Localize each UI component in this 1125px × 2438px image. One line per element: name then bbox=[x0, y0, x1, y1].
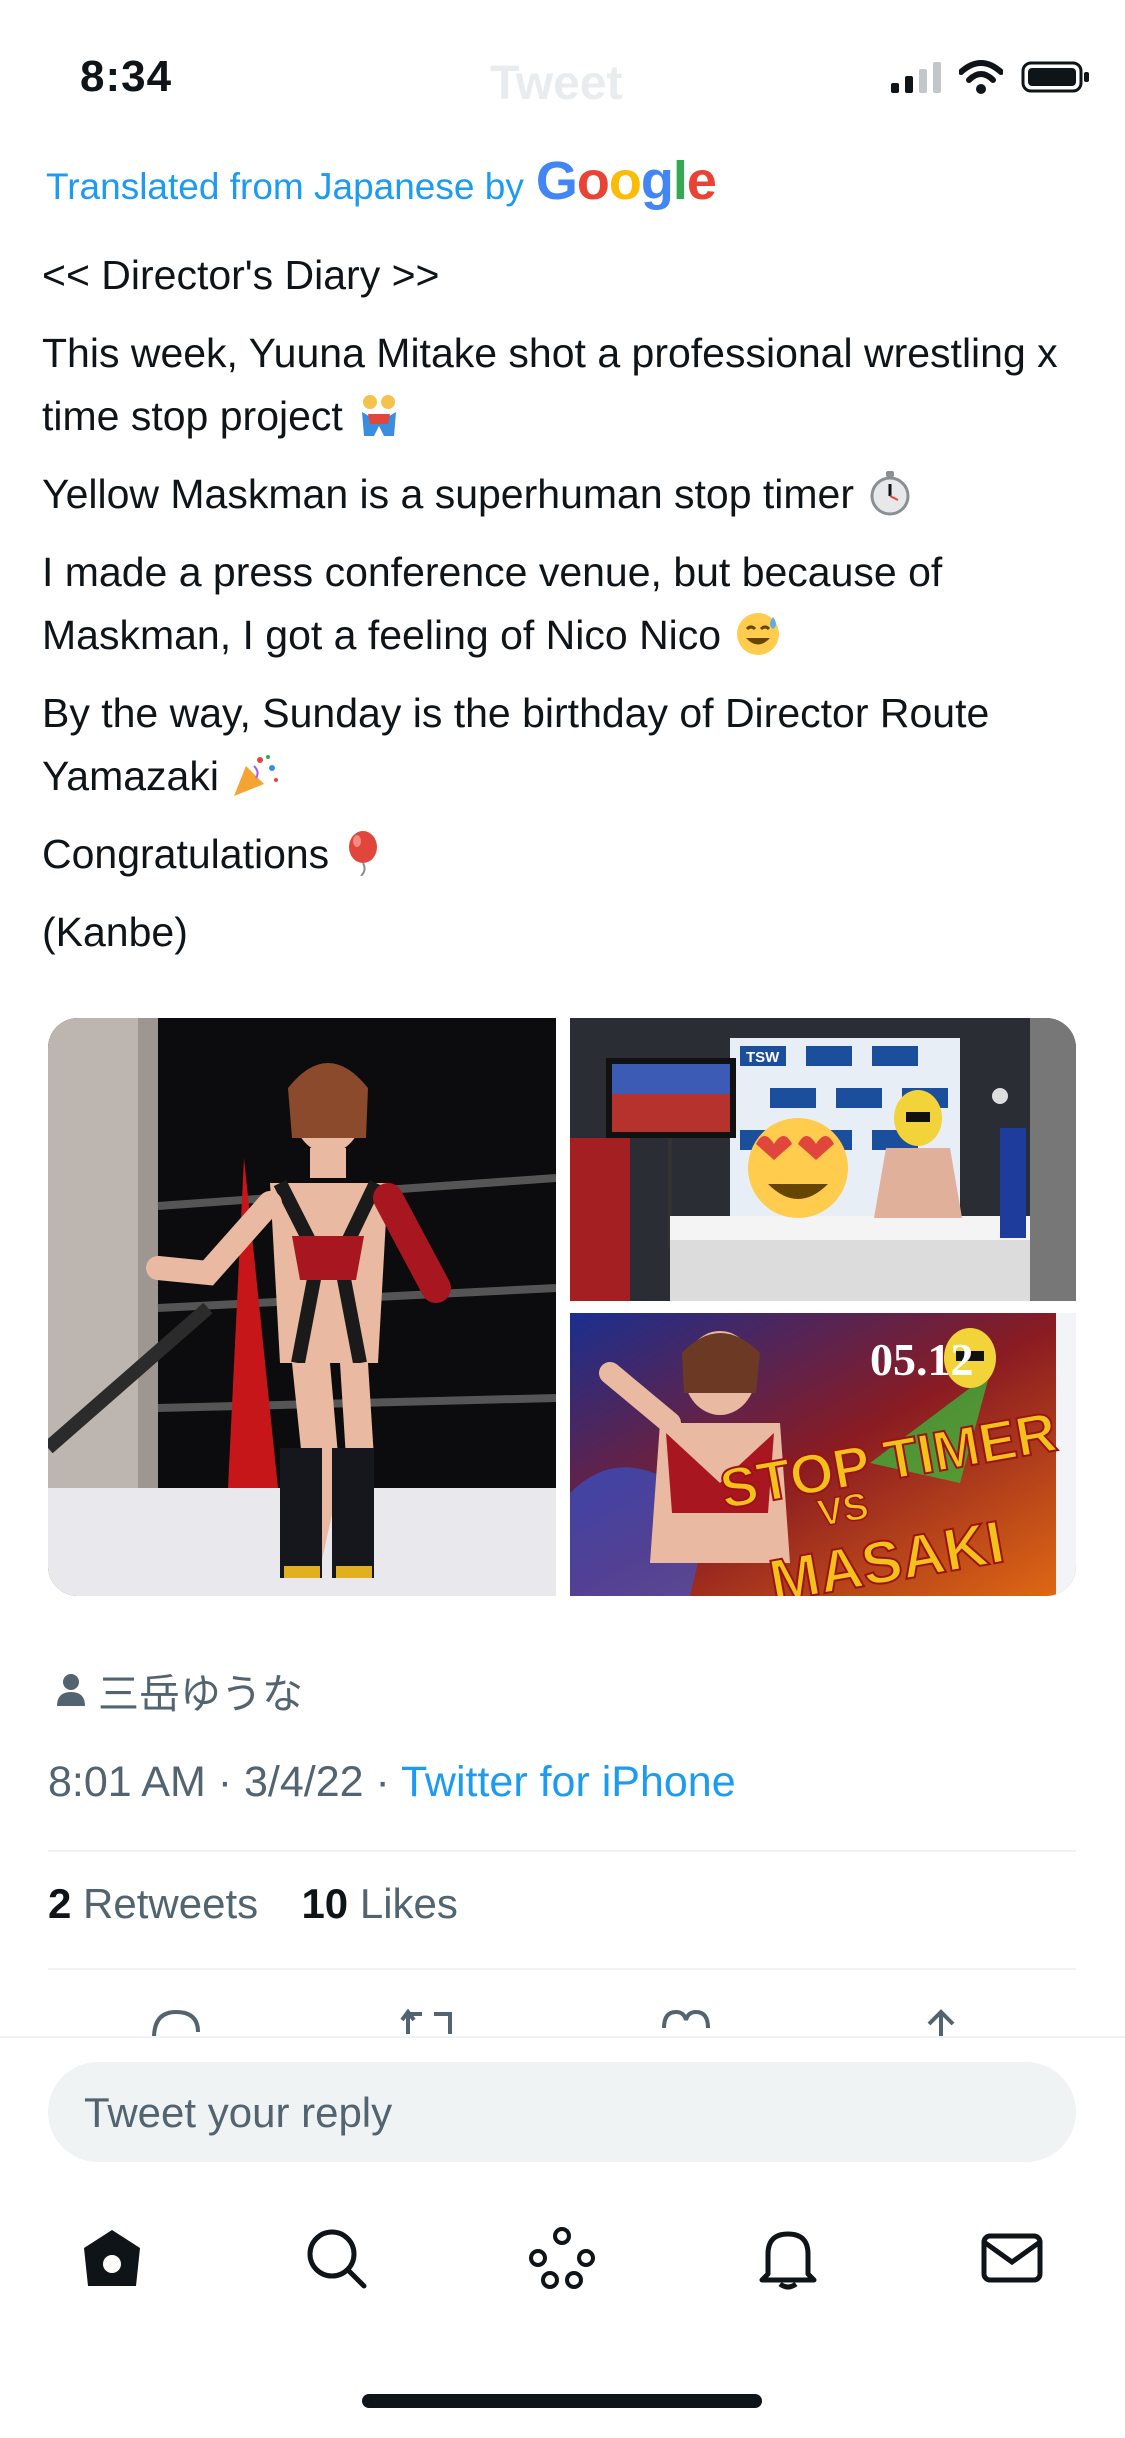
spaces-icon[interactable] bbox=[528, 2226, 596, 2290]
tweet-time: 8:01 AM bbox=[48, 1758, 206, 1806]
reply-placeholder: Tweet your reply bbox=[84, 2089, 393, 2136]
author-line[interactable]: 三岳ゆうな bbox=[56, 1660, 303, 1720]
meta-separator: · bbox=[217, 1758, 244, 1806]
status-bar: Tweet 8:34 bbox=[0, 0, 1125, 150]
tab-bar bbox=[0, 2194, 1125, 2334]
party-popper-emoji bbox=[234, 755, 279, 796]
stopwatch-emoji bbox=[870, 471, 910, 516]
poster-date-text: 05.12 bbox=[870, 1334, 974, 1385]
meta-separator: · bbox=[375, 1758, 402, 1806]
engagement-stats: 2 Retweets 10 Likes bbox=[48, 1880, 458, 1928]
divider bbox=[48, 1850, 1076, 1852]
status-time: 8:34 bbox=[80, 52, 173, 101]
tweet-date: 3/4/22 bbox=[244, 1758, 364, 1806]
retweet-icon[interactable] bbox=[398, 2008, 458, 2036]
battery-icon bbox=[1021, 61, 1089, 93]
poster-vs-text: VS bbox=[815, 1485, 872, 1535]
tweet-meta: 8:01 AM · 3/4/22 · Twitter for iPhone bbox=[48, 1758, 736, 1807]
translation-prefix: Translated from Japanese by bbox=[46, 166, 524, 207]
tweet-paragraph: Yellow Maskman is a superhuman stop time… bbox=[42, 463, 1082, 526]
tweet-paragraph: This week, Yuuna Mitake shot a professio… bbox=[42, 330, 1058, 439]
photo-wrestler-pose[interactable] bbox=[48, 1018, 556, 1596]
tweet-actions bbox=[0, 1996, 1125, 2036]
author-name: 三岳ゆうな bbox=[98, 1671, 303, 1717]
wrestlers-emoji bbox=[362, 395, 397, 436]
messages-icon[interactable] bbox=[980, 2226, 1044, 2290]
retweets-stat[interactable]: 2 Retweets bbox=[48, 1880, 258, 1927]
translation-attribution[interactable]: Translated from Japanese by Google bbox=[46, 150, 717, 212]
home-indicator bbox=[362, 2394, 762, 2408]
search-icon[interactable] bbox=[304, 2226, 368, 2290]
wifi-icon bbox=[959, 60, 1003, 94]
ghost-header-title: Tweet bbox=[490, 57, 623, 110]
share-icon[interactable] bbox=[916, 2008, 966, 2036]
tweet-source-link[interactable]: Twitter for iPhone bbox=[401, 1758, 736, 1806]
person-icon bbox=[57, 1674, 85, 1706]
media-grid: TSW 05.12 STOP TIMER VS MASAKI bbox=[48, 1018, 1076, 1596]
photo-press-conference[interactable]: TSW bbox=[570, 1018, 1076, 1301]
cellular-signal-icon bbox=[891, 61, 941, 93]
home-icon[interactable] bbox=[80, 2226, 144, 2290]
notifications-icon[interactable] bbox=[756, 2226, 820, 2290]
status-icons bbox=[891, 60, 1091, 94]
google-logo: Google bbox=[535, 151, 717, 211]
photo-stop-timer-poster[interactable]: 05.12 STOP TIMER VS MASAKI bbox=[570, 1313, 1076, 1596]
tweet-text: << Director's Diary >> This week, Yuuna … bbox=[42, 244, 1082, 979]
sweat-smile-emoji bbox=[736, 613, 779, 655]
likes-stat[interactable]: 10 Likes bbox=[301, 1880, 457, 1927]
balloon-emoji bbox=[348, 831, 377, 876]
reply-input[interactable]: Tweet your reply bbox=[48, 2062, 1076, 2162]
tweet-paragraph: By the way, Sunday is the birthday of Di… bbox=[42, 690, 990, 799]
tweet-paragraph: I made a press conference venue, but bec… bbox=[42, 549, 943, 658]
divider bbox=[48, 1968, 1076, 1970]
tsw-logo-text: TSW bbox=[746, 1049, 780, 1066]
like-icon[interactable] bbox=[658, 2008, 714, 2036]
tweet-paragraph: << Director's Diary >> bbox=[42, 252, 440, 298]
reply-icon[interactable] bbox=[148, 2008, 204, 2036]
tweet-paragraph: (Kanbe) bbox=[42, 909, 188, 955]
tweet-paragraph: Congratulations bbox=[42, 823, 1082, 886]
